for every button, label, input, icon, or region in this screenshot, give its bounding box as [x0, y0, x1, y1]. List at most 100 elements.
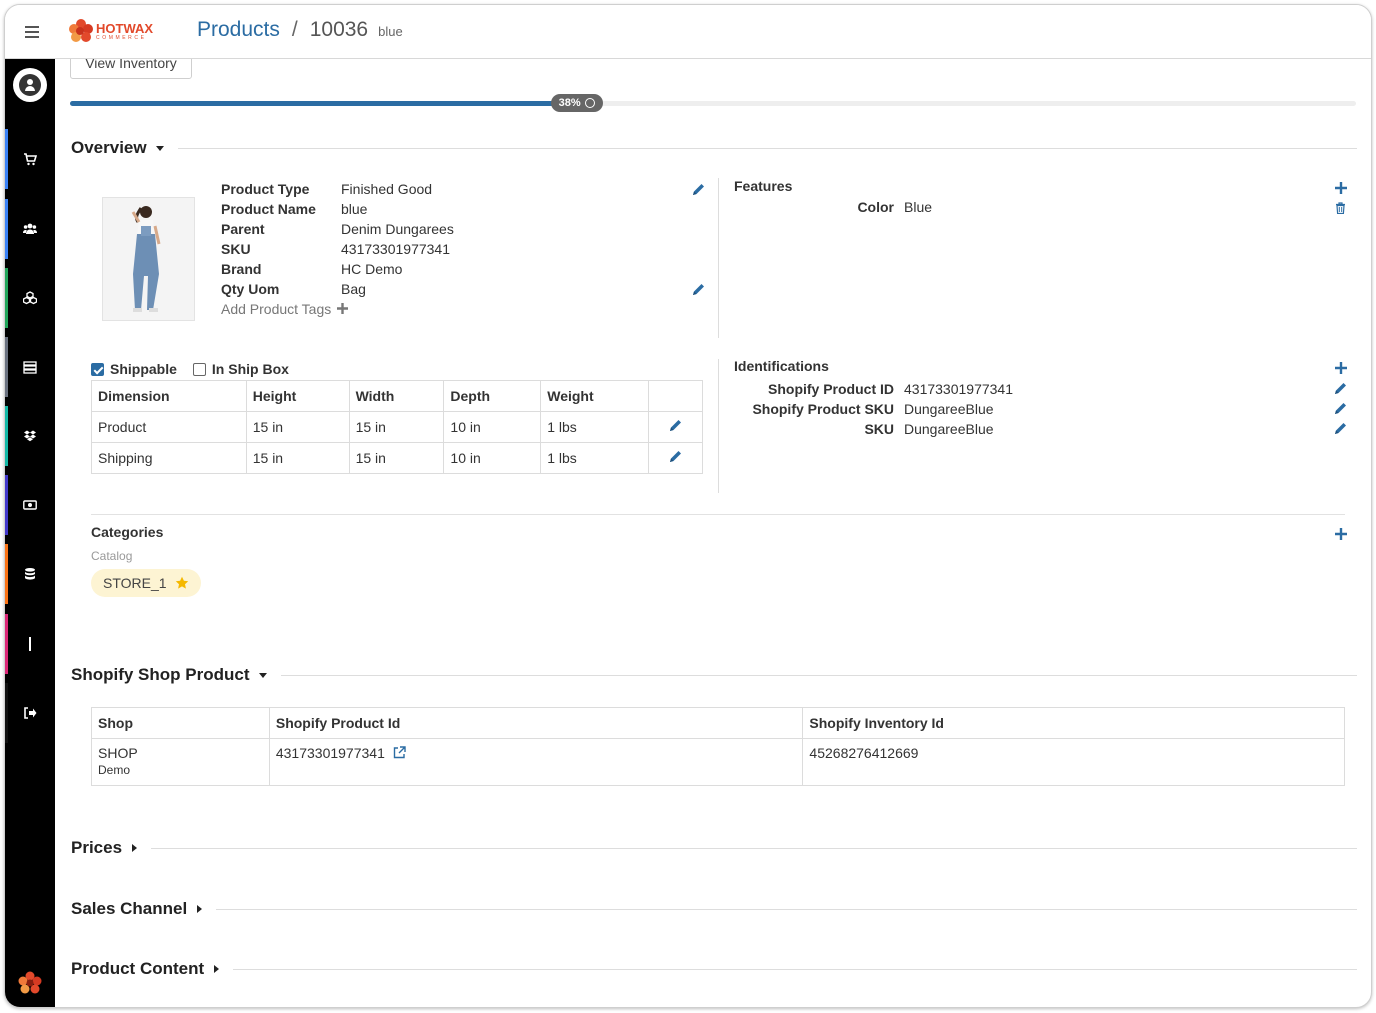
column-header: Weight [540, 380, 650, 412]
divider [91, 514, 1345, 515]
edit-shipping-dimensions-pencil-icon[interactable] [669, 450, 682, 463]
column-header: Shopify Inventory Id [802, 707, 1345, 739]
users-icon [23, 223, 37, 234]
field-label: Product Name [221, 201, 316, 217]
external-link-icon[interactable] [393, 746, 406, 759]
edit-overview-pencil-icon[interactable] [692, 183, 705, 196]
identification-value: 43173301977341 [904, 381, 1014, 397]
overview-title: Overview [71, 138, 147, 157]
logo-text: HOTWAX [96, 20, 154, 36]
dropbox-icon [24, 430, 36, 442]
sidebar-item-catalog[interactable] [5, 335, 55, 399]
progress-label: 38% [558, 97, 581, 109]
add-product-tags-button[interactable]: Add Product Tags [221, 299, 454, 319]
in-ship-box-checkbox[interactable]: In Ship Box [192, 361, 289, 377]
table-row: SHOP Demo 43173301977341 45268276412669 [91, 738, 1345, 786]
product-image[interactable] [102, 197, 195, 321]
add-tags-label: Add Product Tags [221, 301, 332, 317]
breadcrumb-product-id: 10036 [309, 18, 369, 41]
top-bar: HOTWAX COMMERCE Products / 10036 blue [5, 5, 1371, 59]
check-circle-icon [584, 98, 595, 108]
breadcrumb-product-name: blue [378, 24, 403, 39]
checkbox-unchecked-icon [192, 362, 206, 376]
category-chip[interactable]: STORE_1 [91, 569, 201, 597]
database-icon [25, 568, 35, 580]
shopify-product-id: 43173301977341 [275, 745, 385, 761]
brand-logo[interactable]: HOTWAX COMMERCE [69, 19, 153, 43]
progress-fill [70, 101, 559, 106]
categories-title: Categories [91, 524, 164, 540]
breadcrumb-separator: / [291, 18, 298, 41]
delete-feature-trash-icon[interactable] [1335, 202, 1346, 214]
shippable-label: Shippable [110, 361, 177, 377]
field-label: Brand [221, 261, 262, 277]
edit-identification-pencil-icon[interactable] [1334, 402, 1347, 415]
sales-channel-section-toggle[interactable]: Sales Channel [71, 899, 1357, 919]
catalog-label: Catalog [91, 549, 133, 563]
identification-key: Shopify Product SKU [752, 401, 894, 417]
logo-subtext: COMMERCE [96, 34, 147, 41]
identification-value: DungareeBlue [904, 421, 994, 437]
feature-row: Color Blue [734, 199, 934, 215]
field-label: Product Type [221, 181, 310, 197]
shippable-checkbox[interactable]: Shippable [91, 361, 177, 377]
table-row: Product 15 in 15 in 10 in 1 lbs [91, 411, 703, 443]
brand-value: HC Demo [341, 261, 403, 277]
qty-uom-value: Bag [341, 281, 366, 297]
money-icon [23, 500, 37, 510]
sidebar-item-database[interactable] [5, 542, 55, 606]
add-feature-plus-icon[interactable] [1335, 182, 1347, 194]
dimensions-table: Dimension Height Width Depth Weight Prod… [91, 380, 703, 474]
sidebar-item-orders[interactable] [5, 127, 55, 191]
product-content-section-toggle[interactable]: Product Content [71, 959, 1357, 979]
sidebar-item-logout[interactable] [5, 681, 55, 745]
sign-out-icon [24, 707, 37, 719]
edit-product-dimensions-pencil-icon[interactable] [669, 419, 682, 432]
sidebar-item-settings[interactable] [5, 612, 55, 676]
column-header: Height [245, 380, 350, 412]
add-identification-plus-icon[interactable] [1335, 362, 1347, 374]
sidebar-item-dropbox[interactable] [5, 404, 55, 468]
bar-icon [29, 637, 31, 651]
cell: 10 in [443, 411, 542, 443]
shopify-section-toggle[interactable]: Shopify Shop Product [71, 665, 1357, 685]
field-label: Qty Uom [221, 281, 280, 297]
user-avatar[interactable] [13, 68, 47, 102]
list-icon [23, 361, 37, 374]
menu-icon[interactable] [25, 26, 39, 38]
identification-value: DungareeBlue [904, 401, 994, 417]
view-inventory-button[interactable]: View Inventory [70, 59, 192, 79]
sidebar-item-products[interactable] [5, 266, 55, 330]
feature-value: Blue [904, 199, 933, 215]
cart-icon [24, 153, 37, 166]
shopify-header-row: Shop Shopify Product Id Shopify Inventor… [91, 707, 1345, 739]
star-icon[interactable] [175, 576, 189, 590]
feature-key: Color [857, 199, 894, 215]
overview-section-toggle[interactable]: Overview [71, 138, 1357, 158]
cell: 15 in [245, 442, 350, 474]
identifications-title: Identifications [734, 358, 829, 374]
add-category-plus-icon[interactable] [1335, 528, 1347, 540]
sidebar-item-customers[interactable] [5, 197, 55, 261]
column-header: Width [348, 380, 445, 412]
prices-section-toggle[interactable]: Prices [71, 838, 1357, 858]
caret-right-icon [132, 844, 138, 852]
sidebar-item-payments[interactable] [5, 473, 55, 537]
shop-sub: Demo [98, 763, 131, 777]
cell: 10 in [443, 442, 542, 474]
cell: Product [91, 411, 247, 443]
edit-identification-pencil-icon[interactable] [1334, 422, 1347, 435]
breadcrumb-products-link[interactable]: Products [197, 18, 280, 42]
dimensions-header-row: Dimension Height Width Depth Weight [91, 380, 703, 412]
in-ship-box-label: In Ship Box [211, 361, 289, 377]
shopify-section-title: Shopify Shop Product [71, 665, 250, 684]
cell: 15 in [348, 442, 445, 474]
parent-product-link[interactable]: Denim Dungarees [341, 219, 454, 239]
identification-key: SKU [864, 421, 894, 437]
overview-fields: Product Type Finished Good Product Name bl… [221, 179, 454, 319]
caret-right-icon [214, 965, 220, 973]
edit-uom-pencil-icon[interactable] [692, 283, 705, 296]
field-label: SKU [221, 241, 251, 257]
edit-identification-pencil-icon[interactable] [1334, 382, 1347, 395]
brand-mark-icon[interactable] [18, 971, 42, 995]
